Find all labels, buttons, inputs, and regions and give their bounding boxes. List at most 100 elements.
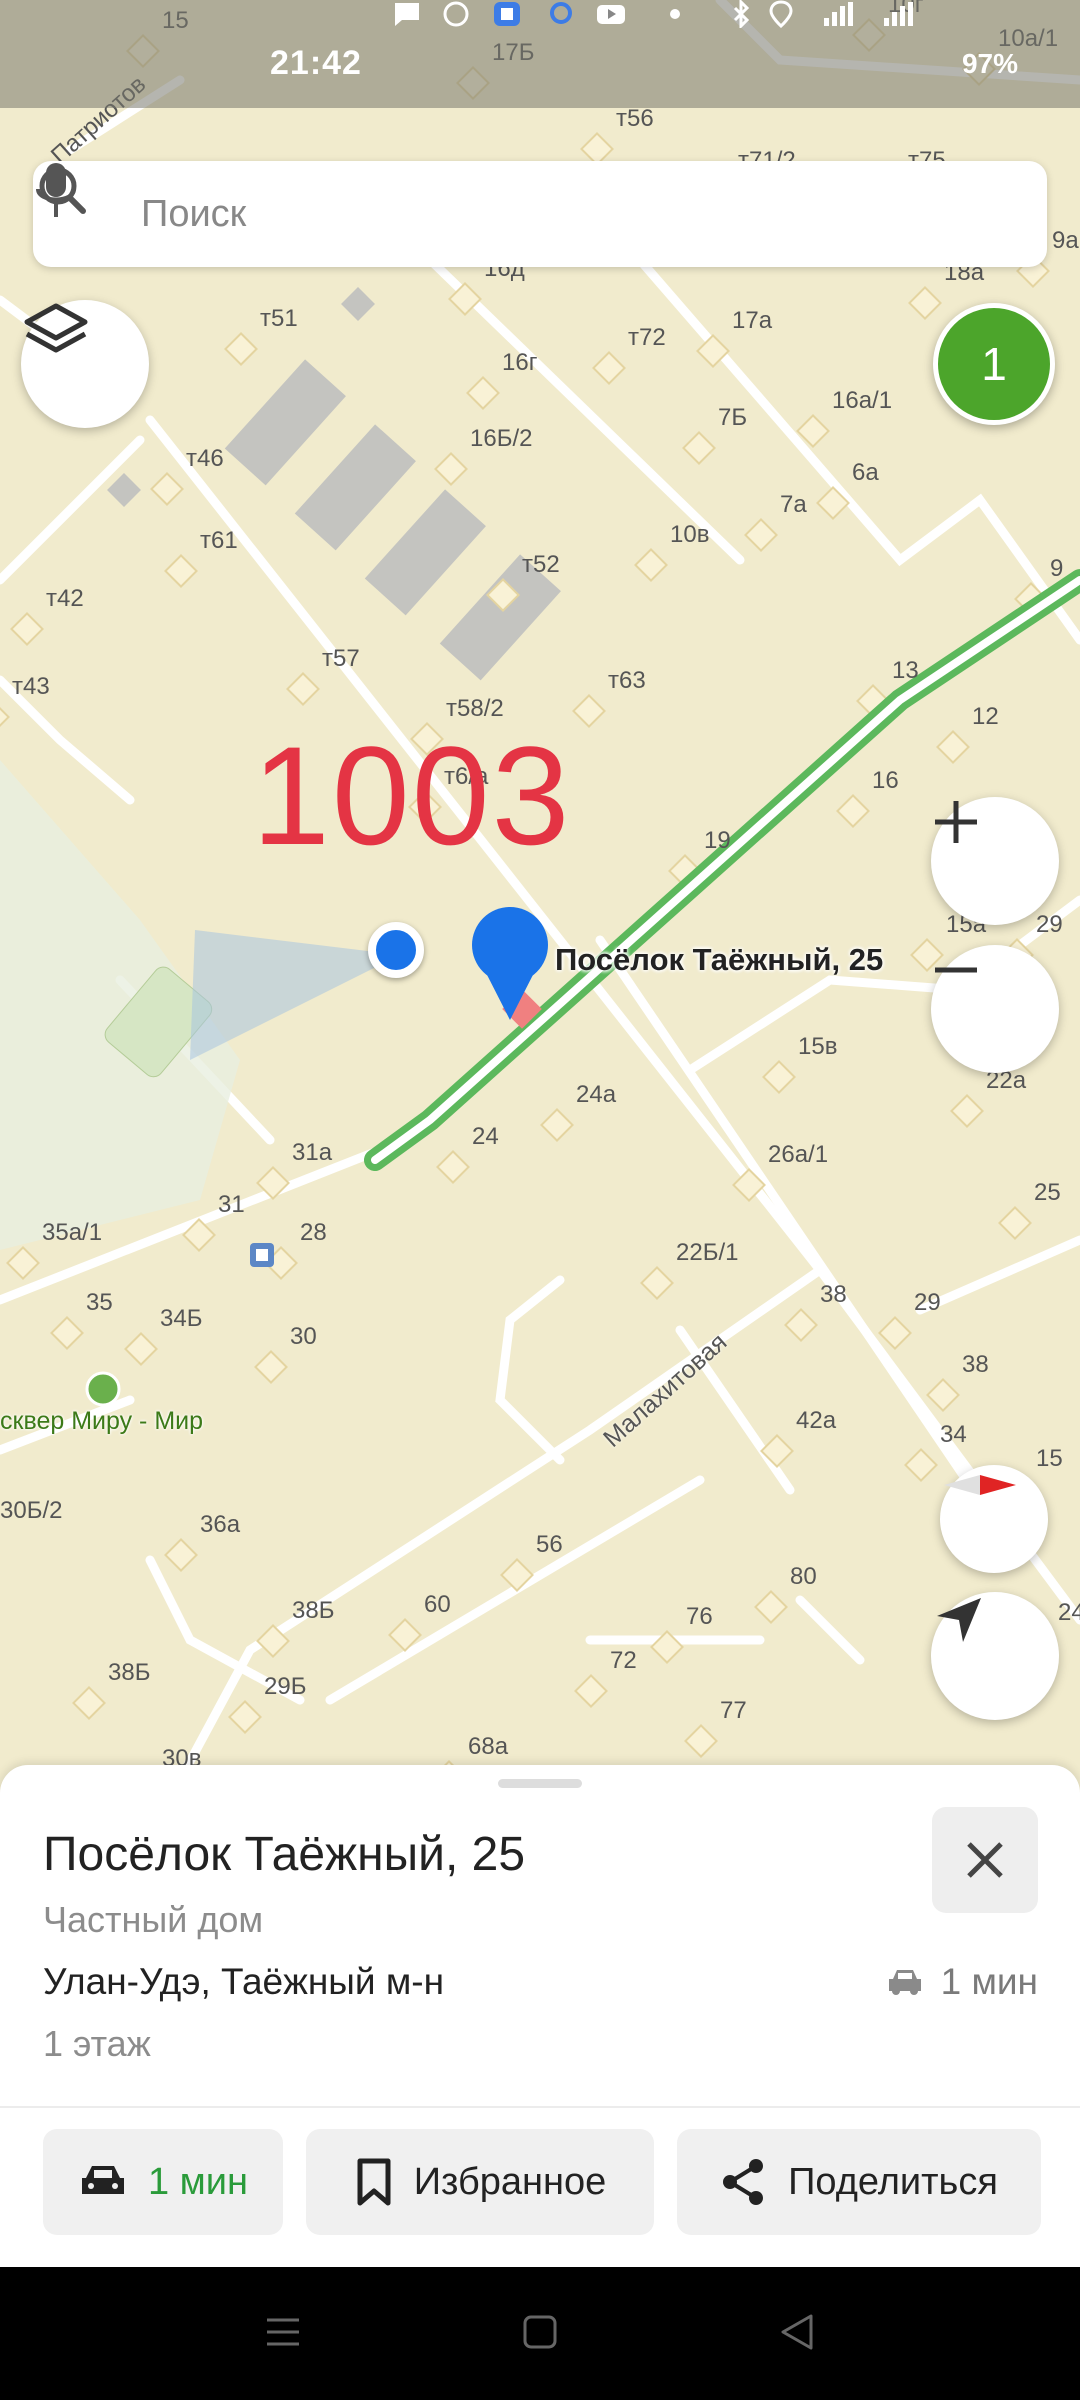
- drive-time: 1 мин: [887, 1961, 1038, 2003]
- house-marker: [908, 286, 942, 320]
- house-number-label: 31а: [292, 1139, 333, 1166]
- whatsapp-icon: [443, 1, 469, 27]
- house-marker: [254, 1350, 288, 1384]
- house-marker: [164, 1538, 198, 1572]
- house-number-label: 35а/1: [42, 1219, 102, 1246]
- place-floors: 1 этаж: [43, 2023, 151, 2064]
- my-location-button[interactable]: [931, 1592, 1059, 1720]
- zoom-out-button[interactable]: [931, 945, 1059, 1073]
- house-number-label: 15в: [798, 1033, 837, 1060]
- signal-2-icon: [884, 2, 913, 26]
- zoom-in-button[interactable]: [931, 797, 1059, 925]
- house-marker: [72, 1686, 106, 1720]
- share-button-label: Поделиться: [788, 2160, 998, 2203]
- house-number-label: 9: [1050, 555, 1063, 582]
- my-location-dot: [368, 922, 424, 978]
- house-marker: [10, 612, 44, 646]
- place-address: Улан-Удэ, Таёжный м-н: [43, 1961, 445, 2002]
- counter-badge[interactable]: 1: [933, 303, 1055, 425]
- house-marker: [580, 132, 614, 166]
- favorite-button-label: Избранное: [413, 2160, 607, 2203]
- house-number-label: 34: [940, 1421, 967, 1448]
- house-marker: [836, 794, 870, 828]
- house-number-label: 24а: [576, 1081, 617, 1108]
- house-marker: [592, 351, 626, 385]
- house-number-label: 16а/1: [832, 387, 892, 414]
- favorite-button[interactable]: Избранное: [306, 2129, 654, 2235]
- back-icon[interactable]: [777, 2312, 817, 2352]
- share-button[interactable]: Поделиться: [677, 2129, 1041, 2235]
- search-input[interactable]: [139, 183, 943, 245]
- house-marker: [950, 1094, 984, 1128]
- route-button[interactable]: 1 мин: [43, 2129, 283, 2235]
- house-marker: [286, 672, 320, 706]
- compass-button[interactable]: [940, 1465, 1048, 1573]
- close-button[interactable]: [932, 1807, 1038, 1913]
- house-marker: [540, 1108, 574, 1142]
- park-label[interactable]: сквер Миру - Мир: [0, 1407, 203, 1436]
- layers-button[interactable]: [21, 300, 149, 428]
- house-marker: [124, 1332, 158, 1366]
- house-number-label: 34Б: [160, 1305, 202, 1332]
- house-number-label: 68а: [468, 1733, 509, 1760]
- house-number-label: 60: [424, 1591, 451, 1618]
- signal-icon: [824, 2, 853, 26]
- house-marker: [436, 1150, 470, 1184]
- house-number-label: 17а: [732, 307, 773, 334]
- house-number-label: 80: [790, 1563, 817, 1590]
- house-number-label: 56: [536, 1531, 563, 1558]
- home-icon[interactable]: [520, 2312, 560, 2352]
- house-number-label: 12: [972, 703, 999, 730]
- house-number-label: 7а: [780, 491, 807, 518]
- house-marker: [936, 730, 970, 764]
- drive-time-value: 1 мин: [940, 1961, 1038, 2002]
- message-icon: [395, 3, 419, 26]
- house-number-label: 16г: [502, 349, 538, 376]
- map-canvas: 1517Б10г10а/1т56т71/2т759ат5116д18ат7217…: [0, 0, 1080, 1790]
- house-marker: [150, 472, 184, 506]
- house-marker: [224, 332, 258, 366]
- house-number-label: т56: [616, 105, 654, 132]
- navigation-arrow-icon: [937, 1598, 981, 1642]
- overlay-number: 1003: [252, 717, 572, 874]
- house-marker: [878, 1316, 912, 1350]
- house-number-label: 6а: [852, 459, 879, 486]
- search-bar[interactable]: [33, 161, 1047, 267]
- car-icon: [81, 2166, 124, 2194]
- house-number-label: т57: [322, 645, 360, 672]
- house-marker: [574, 1674, 608, 1708]
- house-marker: [434, 452, 468, 486]
- map-view[interactable]: 1517Б10г10а/1т56т71/2т759ат5116д18ат7217…: [0, 0, 1080, 1790]
- selected-place-label[interactable]: Посёлок Таёжный, 25: [555, 942, 883, 978]
- house-number-label: 38: [962, 1351, 989, 1378]
- house-number-label: 13: [892, 657, 919, 684]
- house-number-label: 76: [686, 1603, 713, 1630]
- house-number-label: т63: [608, 667, 646, 694]
- house-marker: [904, 1448, 938, 1482]
- house-number-label: 77: [720, 1697, 747, 1724]
- app-icon: [494, 2, 520, 26]
- house-marker: [466, 376, 500, 410]
- house-number-label: 29: [914, 1289, 941, 1316]
- youtube-icon: [597, 5, 625, 24]
- house-number-label: 10в: [670, 521, 709, 548]
- house-marker: [998, 1206, 1032, 1240]
- car-icon: [888, 1970, 921, 1995]
- house-number-label: 31: [218, 1191, 245, 1218]
- dot-icon: [670, 9, 680, 19]
- house-number-label: 7Б: [718, 404, 747, 431]
- house-number-label: 38Б: [292, 1597, 334, 1624]
- house-marker: [0, 700, 10, 734]
- house-number-label: 35: [86, 1289, 113, 1316]
- microphone-icon[interactable]: [33, 161, 79, 221]
- house-number-label: 30: [290, 1323, 317, 1350]
- house-marker: [640, 1266, 674, 1300]
- status-bar: 21:42 97%: [0, 0, 1080, 108]
- menu-icon[interactable]: [263, 2312, 303, 2352]
- house-marker: [164, 554, 198, 588]
- location-pin-icon[interactable]: [470, 905, 550, 1025]
- house-marker: [682, 431, 716, 465]
- layers-icon: [24, 303, 88, 353]
- sheet-handle[interactable]: [498, 1779, 582, 1788]
- house-number-label: 9а: [1052, 227, 1079, 254]
